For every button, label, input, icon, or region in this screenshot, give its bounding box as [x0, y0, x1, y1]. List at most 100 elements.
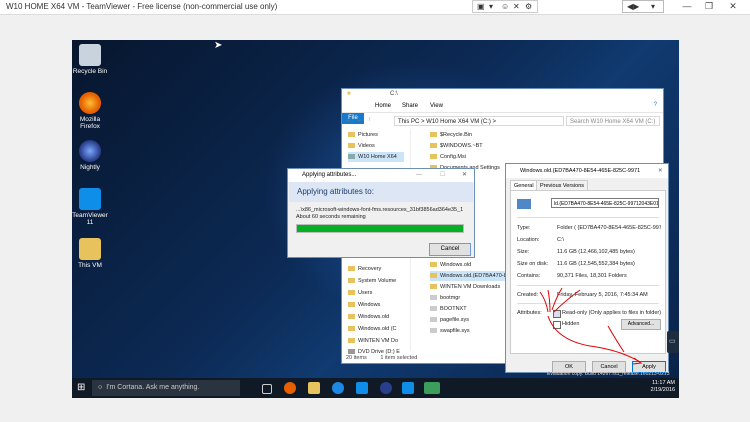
desktop-icon-nightly[interactable]: Nightly: [72, 140, 110, 171]
status-bar: 20 items 1 item selected: [346, 355, 417, 361]
location-label: Location:: [517, 237, 540, 243]
dropdown-icon[interactable]: ▾: [651, 2, 655, 11]
system-tray[interactable]: 11:17 AM 2/19/2016: [651, 380, 675, 394]
search-input[interactable]: Search W10 Home X64 VM (C:): [566, 116, 660, 126]
size-on-disk-value: 11.6 GB (12,545,552,384 bytes): [557, 261, 635, 267]
nav-item[interactable]: Users: [348, 288, 372, 298]
dropdown-icon[interactable]: ▾: [489, 2, 493, 11]
explorer-title: C:\: [390, 91, 398, 97]
nav-item[interactable]: WINTEN VM Do: [348, 336, 398, 346]
desktop-icon-this-vm[interactable]: This VM: [72, 238, 110, 269]
list-item[interactable]: $WINDOWS.~BT: [430, 141, 483, 151]
nav-item-selected[interactable]: W10 Home X64: [348, 152, 404, 162]
list-item[interactable]: Config.Msi: [430, 152, 466, 162]
contains-value: 90,371 Files, 18,301 Folders: [557, 273, 627, 279]
hidden-label: Hidden: [562, 321, 580, 327]
windows-start-icon[interactable]: ⊞: [77, 382, 85, 393]
folder-icon: [348, 302, 355, 308]
teamviewer-side-widget[interactable]: ▭: [667, 331, 679, 353]
file-icon: [430, 328, 437, 334]
folder-icon: [430, 132, 437, 138]
attributes-label: Attributes:: [517, 310, 542, 316]
restore-icon[interactable]: ❐: [698, 0, 720, 13]
desktop-icon-firefox[interactable]: Mozilla Firefox: [72, 92, 110, 130]
nightly-icon: [79, 140, 101, 162]
folder-icon: [348, 326, 355, 332]
forward-icon[interactable]: →: [356, 117, 362, 123]
close-icon[interactable]: ✕: [462, 169, 467, 182]
properties-title: Windows.old.{ED7BA470-8E54-465E-825C-997…: [520, 168, 640, 174]
help-icon[interactable]: ?: [654, 102, 657, 108]
readonly-checkbox[interactable]: [553, 310, 561, 318]
recycle-bin-icon: [79, 44, 101, 66]
teamviewer-icon[interactable]: [402, 382, 414, 394]
file-icon: [430, 295, 437, 301]
divider: [517, 285, 659, 286]
folder-icon: [348, 314, 355, 320]
folder-icon[interactable]: [308, 382, 320, 394]
location-value: C:\: [557, 237, 565, 243]
list-item[interactable]: pagefile.sys: [430, 315, 469, 325]
name-field[interactable]: ld.{ED7BA470-8E54-465E-825C-99712043E01C…: [551, 198, 659, 208]
list-item[interactable]: bootmgr: [430, 293, 460, 303]
advanced-button[interactable]: Advanced...: [621, 319, 661, 330]
teamviewer-icon: [79, 188, 101, 210]
minimize-icon[interactable]: —: [676, 0, 698, 13]
desktop-icon-recycle-bin[interactable]: Recycle Bin: [72, 44, 110, 75]
dialog-title: Applying attributes...: [302, 172, 357, 178]
teamviewer-nav-toolbar[interactable]: ◀▶ ▾: [622, 0, 664, 13]
list-item[interactable]: WINTEN VM Downloads: [430, 282, 500, 292]
created-value: Friday, February 5, 2016, 7:45:34 AM: [557, 292, 648, 298]
arrows-icon[interactable]: ◀▶: [627, 2, 639, 11]
nav-item[interactable]: System Volume: [348, 276, 396, 286]
clock-time: 11:17 AM: [652, 380, 675, 386]
task-view-icon[interactable]: [262, 384, 272, 394]
nav-item[interactable]: Pictures: [348, 130, 378, 140]
current-file: ...\x86_microsoft-windows-font-fms.resou…: [296, 207, 464, 213]
edge-icon[interactable]: [332, 382, 344, 394]
folder-icon: [348, 278, 355, 284]
desktop-icon-teamviewer[interactable]: TeamViewer 11: [72, 188, 110, 226]
back-icon[interactable]: ←: [346, 117, 352, 123]
list-item[interactable]: BOOTNXT: [430, 304, 467, 314]
hidden-checkbox[interactable]: [553, 321, 561, 329]
store-icon[interactable]: [356, 382, 368, 394]
up-icon[interactable]: ↑: [368, 117, 371, 123]
tab-home[interactable]: Home: [375, 103, 391, 109]
nav-item[interactable]: Windows: [348, 300, 380, 310]
nav-item[interactable]: Recovery: [348, 264, 381, 274]
close-window-icon[interactable]: ✕: [722, 0, 744, 13]
type-label: Type:: [517, 225, 531, 231]
list-item[interactable]: $Recycle.Bin: [430, 130, 472, 140]
nav-item[interactable]: Windows.old (C: [348, 324, 397, 334]
explorer-active-icon[interactable]: [424, 382, 440, 394]
list-item[interactable]: swapfile.sys: [430, 326, 470, 336]
file-icon: [430, 306, 437, 312]
close-icon[interactable]: ✕: [513, 2, 520, 11]
screen-icon[interactable]: ▣: [477, 2, 485, 11]
settings-icon[interactable]: ⚙: [525, 2, 532, 11]
firefox-icon: [79, 92, 101, 114]
properties-dialog[interactable]: Windows.old.{ED7BA470-8E54-465E-825C-997…: [505, 163, 669, 373]
folder-icon: [430, 284, 437, 290]
nav-item[interactable]: Videos: [348, 141, 375, 151]
nav-item[interactable]: Windows.old: [348, 312, 389, 322]
nightly-icon[interactable]: [380, 382, 392, 394]
folder-icon: [348, 290, 355, 296]
firefox-icon[interactable]: [284, 382, 296, 394]
selection-count: 1 item selected: [380, 355, 418, 361]
minimize-icon[interactable]: —: [416, 169, 422, 182]
maximize-icon[interactable]: ☐: [440, 169, 445, 182]
tab-view[interactable]: View: [430, 103, 443, 109]
close-icon[interactable]: ✕: [658, 164, 663, 178]
applying-attributes-dialog[interactable]: Applying attributes... — ☐ ✕ Applying at…: [287, 168, 475, 258]
teamviewer-toolbar[interactable]: ▣ ▾ ☺ ✕ ⚙: [472, 0, 538, 13]
cortana-search[interactable]: ○ I'm Cortana. Ask me anything.: [92, 380, 240, 396]
address-input[interactable]: This PC > W10 Home X64 VM (C:) >: [394, 116, 564, 126]
created-label: Created:: [517, 292, 539, 298]
tab-share[interactable]: Share: [402, 103, 418, 109]
user-icon[interactable]: ☺: [501, 2, 509, 11]
list-item[interactable]: Windows.old: [430, 260, 471, 270]
cancel-button[interactable]: Cancel: [429, 243, 471, 256]
readonly-label: Read-only (Only applies to files in fold…: [562, 310, 662, 316]
